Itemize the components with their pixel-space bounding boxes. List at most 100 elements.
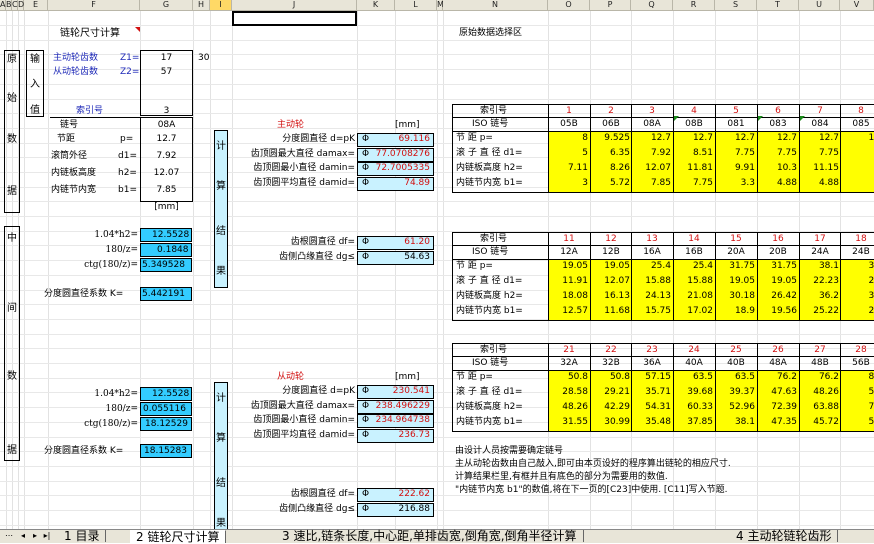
data-cell[interactable]: 7.75 — [799, 147, 839, 160]
data-cell[interactable]: 38.1 — [715, 416, 755, 429]
iso-cell[interactable]: 084 — [799, 118, 841, 131]
data-cell[interactable]: 35.71 — [631, 386, 671, 399]
iso-cell[interactable]: 16B — [673, 246, 715, 259]
column-header[interactable]: N — [443, 0, 548, 11]
column-header[interactable]: U — [799, 0, 840, 11]
data-cell[interactable]: 31.55 — [548, 416, 588, 429]
data-cell[interactable]: 50.8 — [590, 371, 630, 384]
data-cell[interactable]: 57.15 — [631, 371, 671, 384]
data-cell[interactable]: 12.7 — [799, 132, 839, 145]
data-cell[interactable]: 25 — [840, 305, 874, 318]
data-cell[interactable]: 12.07 — [590, 275, 630, 288]
data-cell[interactable]: 4.88 — [799, 177, 839, 190]
data-cell[interactable]: 12.7 — [631, 132, 671, 145]
iso-cell[interactable]: 06B — [590, 118, 632, 131]
iso-cell[interactable]: 40A — [673, 357, 715, 370]
data-cell[interactable]: 25.22 — [799, 305, 839, 318]
tab-ratio-calc[interactable]: 3 速比,链条长度,中心距,单排齿宽,倒角宽,倒角半径计算 — [276, 530, 584, 543]
data-cell[interactable]: 15.75 — [631, 305, 671, 318]
data-cell[interactable]: 16.13 — [590, 290, 630, 303]
data-cell[interactable]: 19.56 — [757, 305, 797, 318]
iso-cell[interactable]: 081 — [715, 118, 757, 131]
data-cell[interactable]: 10.3 — [757, 162, 797, 175]
data-cell[interactable]: 35.48 — [631, 416, 671, 429]
column-header[interactable]: L — [395, 0, 437, 11]
data-cell[interactable]: 33 — [840, 290, 874, 303]
data-cell[interactable]: 31.75 — [757, 260, 797, 273]
column-header[interactable]: H — [193, 0, 210, 11]
tab-scroll-last-icon[interactable]: ▸| — [42, 531, 52, 541]
data-cell[interactable]: 48.26 — [799, 386, 839, 399]
data-cell[interactable]: 52.96 — [715, 401, 755, 414]
data-cell[interactable]: 54.31 — [631, 401, 671, 414]
data-cell[interactable]: 7.75 — [673, 177, 713, 190]
data-cell[interactable]: 50.8 — [548, 371, 588, 384]
data-cell[interactable]: 53 — [840, 386, 874, 399]
data-cell[interactable]: 28.58 — [548, 386, 588, 399]
iso-cell[interactable]: 32B — [590, 357, 632, 370]
data-cell[interactable]: 8.51 — [673, 147, 713, 160]
iso-cell[interactable]: 24A — [799, 246, 841, 259]
column-header[interactable]: J — [232, 0, 357, 11]
tab-contents[interactable]: 1 目录 — [58, 530, 107, 543]
column-header[interactable]: T — [757, 0, 799, 11]
column-header[interactable]: V — [840, 0, 874, 11]
data-cell[interactable]: 22.23 — [799, 275, 839, 288]
data-cell[interactable]: 25.4 — [673, 260, 713, 273]
data-cell[interactable]: 9.525 — [590, 132, 630, 145]
data-cell[interactable]: 30.99 — [590, 416, 630, 429]
data-cell[interactable]: 36.2 — [799, 290, 839, 303]
data-cell[interactable]: 18.08 — [548, 290, 588, 303]
data-cell[interactable]: 60.33 — [673, 401, 713, 414]
iso-cell[interactable]: 36A — [631, 357, 673, 370]
data-cell[interactable]: 12.7 — [757, 132, 797, 145]
iso-cell[interactable]: 48A — [757, 357, 799, 370]
z2-input[interactable]: 57 — [141, 66, 192, 79]
data-cell[interactable]: 6.35 — [590, 147, 630, 160]
data-cell[interactable]: 19.05 — [757, 275, 797, 288]
data-cell[interactable]: 88 — [840, 371, 874, 384]
column-header[interactable]: G — [140, 0, 193, 11]
iso-cell[interactable]: 083 — [757, 118, 799, 131]
data-cell[interactable]: 4.88 — [757, 177, 797, 190]
column-header[interactable]: E — [24, 0, 48, 11]
column-header[interactable]: F — [48, 0, 140, 11]
data-cell[interactable]: 18.9 — [715, 305, 755, 318]
column-header[interactable]: K — [357, 0, 395, 11]
data-cell[interactable]: 29.21 — [590, 386, 630, 399]
selected-cell[interactable] — [232, 11, 357, 26]
data-cell[interactable]: 21.08 — [673, 290, 713, 303]
data-cell[interactable]: 19.05 — [715, 275, 755, 288]
column-header[interactable]: R — [673, 0, 715, 11]
data-cell[interactable]: 42.29 — [590, 401, 630, 414]
data-cell[interactable]: 3 — [548, 177, 588, 190]
data-cell[interactable]: 72.39 — [757, 401, 797, 414]
data-cell[interactable]: 12.7 — [673, 132, 713, 145]
data-cell[interactable]: 47.63 — [757, 386, 797, 399]
iso-cell[interactable]: 40B — [715, 357, 757, 370]
data-cell[interactable]: 5 — [548, 147, 588, 160]
data-cell[interactable]: 7.75 — [715, 147, 755, 160]
data-cell[interactable]: 63.88 — [799, 401, 839, 414]
data-cell[interactable]: 19.05 — [548, 260, 588, 273]
data-cell[interactable]: 12.57 — [548, 305, 588, 318]
iso-cell[interactable]: 32A — [548, 357, 590, 370]
iso-cell[interactable]: 05B — [548, 118, 590, 131]
column-header[interactable]: P — [590, 0, 631, 11]
iso-cell[interactable]: 12A — [548, 246, 590, 259]
data-cell[interactable]: 8.26 — [590, 162, 630, 175]
data-cell[interactable]: 3.3 — [715, 177, 755, 190]
data-cell[interactable]: 38 — [840, 260, 874, 273]
data-cell[interactable]: 6 — [840, 177, 874, 190]
data-cell[interactable]: 25.4 — [631, 260, 671, 273]
data-cell[interactable]: 11.68 — [590, 305, 630, 318]
tab-scroll-first-icon[interactable]: ⋯ — [4, 531, 14, 541]
data-cell[interactable]: 7.85 — [631, 177, 671, 190]
data-cell[interactable]: 39.68 — [673, 386, 713, 399]
data-cell[interactable]: 31.75 — [715, 260, 755, 273]
data-cell[interactable]: 47.35 — [757, 416, 797, 429]
z1-input[interactable]: 17 — [141, 52, 192, 65]
column-header[interactable]: Q — [631, 0, 673, 11]
iso-cell[interactable]: 48B — [799, 357, 841, 370]
data-cell[interactable]: 77 — [840, 401, 874, 414]
